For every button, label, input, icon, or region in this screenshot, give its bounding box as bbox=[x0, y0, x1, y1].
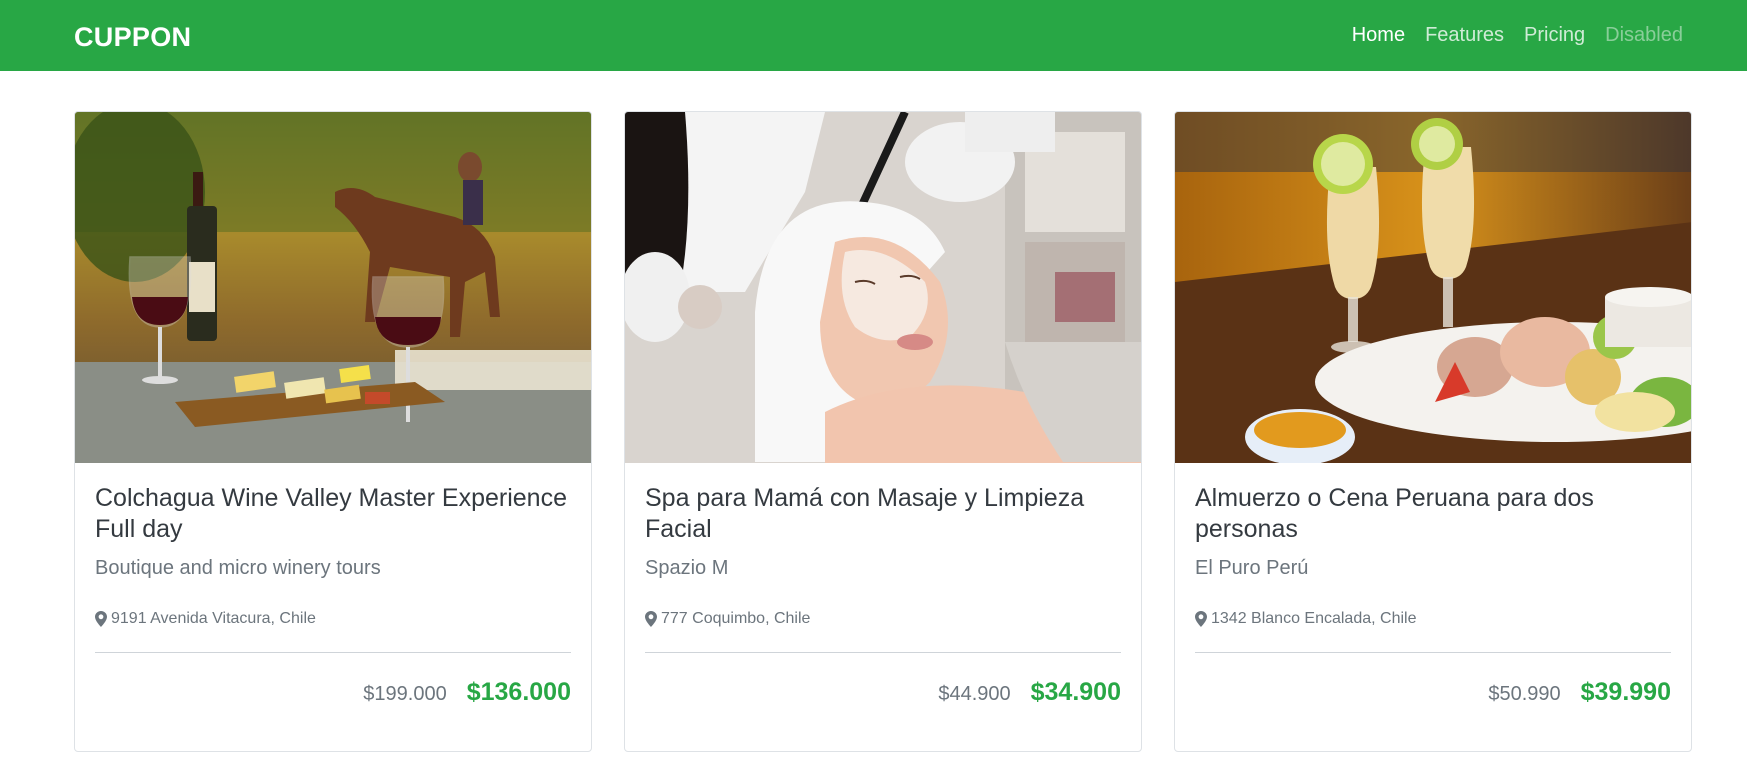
address-text: 9191 Avenida Vitacura, Chile bbox=[111, 610, 316, 627]
wine-horse-photo[interactable] bbox=[75, 112, 591, 463]
nav-links: Home Features Pricing Disabled bbox=[1332, 24, 1683, 47]
deal-card[interactable]: Almuerzo o Cena Peruana para dos persona… bbox=[1174, 111, 1692, 752]
nav-pricing[interactable]: Pricing bbox=[1524, 24, 1585, 47]
card-title[interactable]: Colchagua Wine Valley Master Experience … bbox=[95, 483, 571, 545]
nav-features[interactable]: Features bbox=[1425, 24, 1504, 47]
new-price: $34.900 bbox=[1030, 678, 1121, 706]
nav-disabled: Disabled bbox=[1605, 24, 1683, 46]
card-body: Spa para Mamá con Masaje y Limpieza Faci… bbox=[625, 463, 1141, 707]
spa-facial-photo[interactable] bbox=[625, 112, 1141, 463]
navbar: CUPPON Home Features Pricing Disabled bbox=[0, 0, 1747, 71]
card-address: 1342 Blanco Encalada, Chile bbox=[1195, 610, 1671, 628]
old-price: $44.900 bbox=[938, 683, 1011, 705]
divider bbox=[645, 652, 1121, 653]
new-price: $136.000 bbox=[466, 678, 571, 706]
card-subtitle: El Puro Perú bbox=[1195, 557, 1309, 579]
card-subtitle: Spazio M bbox=[645, 557, 729, 579]
old-price: $199.000 bbox=[363, 683, 447, 705]
card-title[interactable]: Spa para Mamá con Masaje y Limpieza Faci… bbox=[645, 483, 1121, 545]
address-text: 1342 Blanco Encalada, Chile bbox=[1211, 610, 1417, 627]
divider bbox=[95, 652, 571, 653]
card-address: 9191 Avenida Vitacura, Chile bbox=[95, 610, 571, 628]
price-row: $199.000 $136.000 bbox=[95, 678, 571, 707]
card-address: 777 Coquimbo, Chile bbox=[645, 610, 1121, 628]
map-marker-icon bbox=[645, 611, 657, 627]
peruvian-food-photo[interactable] bbox=[1175, 112, 1691, 463]
card-subtitle: Boutique and micro winery tours bbox=[95, 557, 381, 579]
brand-logo[interactable]: CUPPON bbox=[74, 22, 191, 53]
card-body: Colchagua Wine Valley Master Experience … bbox=[75, 463, 591, 707]
divider bbox=[1195, 652, 1671, 653]
map-marker-icon bbox=[1195, 611, 1207, 627]
old-price: $50.990 bbox=[1488, 683, 1561, 705]
deal-card[interactable]: Colchagua Wine Valley Master Experience … bbox=[74, 111, 592, 752]
deal-card[interactable]: Spa para Mamá con Masaje y Limpieza Faci… bbox=[624, 111, 1142, 752]
new-price: $39.990 bbox=[1580, 678, 1671, 706]
price-row: $50.990 $39.990 bbox=[1195, 678, 1671, 707]
nav-home[interactable]: Home bbox=[1352, 24, 1405, 47]
price-row: $44.900 $34.900 bbox=[645, 678, 1121, 707]
address-text: 777 Coquimbo, Chile bbox=[661, 610, 811, 627]
map-marker-icon bbox=[95, 611, 107, 627]
deal-cards: Colchagua Wine Valley Master Experience … bbox=[74, 111, 1692, 752]
card-title[interactable]: Almuerzo o Cena Peruana para dos persona… bbox=[1195, 483, 1671, 545]
card-body: Almuerzo o Cena Peruana para dos persona… bbox=[1175, 463, 1691, 707]
